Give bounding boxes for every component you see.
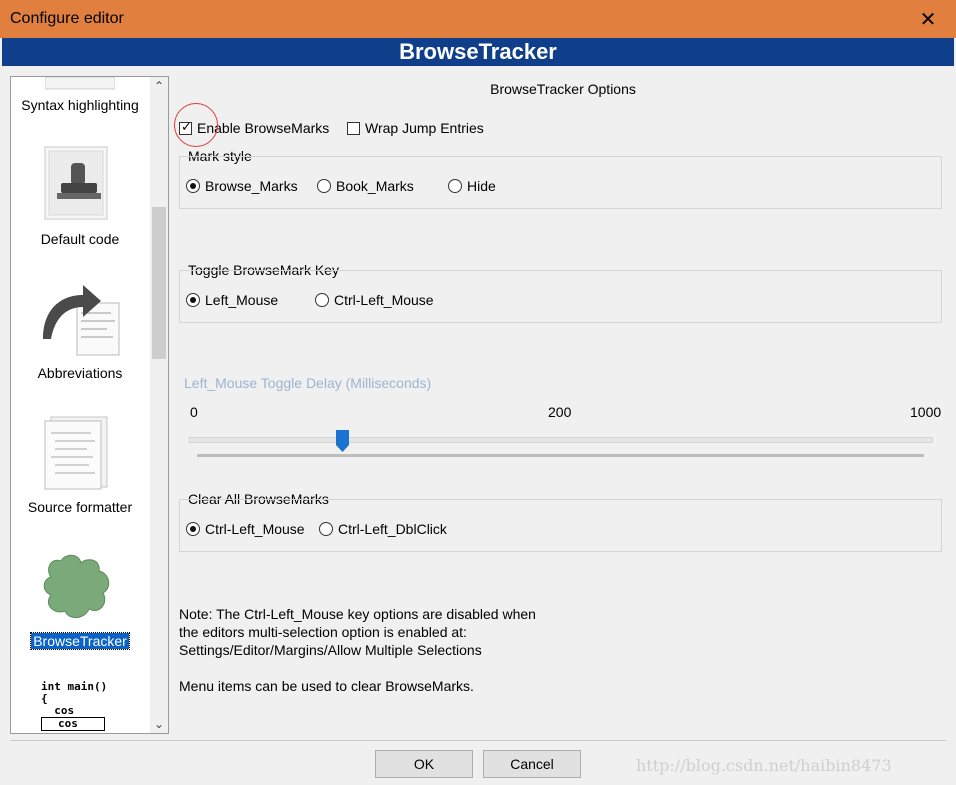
slider-tick-label: 200 — [548, 404, 572, 420]
checkbox-box[interactable]: ✓ — [179, 118, 192, 135]
note-line: Settings/Editor/Margins/Allow Multiple S… — [179, 642, 482, 658]
radio-label: Ctrl-Left_Mouse — [205, 521, 305, 537]
clear-ctrl-left-dblclick-radio[interactable]: Ctrl-Left_DblClick — [319, 521, 447, 537]
checkmark-icon: ✓ — [181, 118, 192, 134]
radio-dot[interactable] — [317, 179, 331, 193]
note-line: Note: The Ctrl-Left_Mouse key options ar… — [179, 606, 536, 622]
slider-tick-label: 0 — [190, 404, 198, 420]
ok-button[interactable]: OK — [375, 750, 473, 778]
clear-ctrl-left-mouse-radio[interactable]: Ctrl-Left_Mouse — [186, 521, 305, 537]
code-line: cos — [58, 717, 78, 730]
window-titlebar: Configure editor ✕ — [0, 0, 956, 38]
slider-thumb[interactable] — [336, 430, 349, 452]
code-line: int main() — [41, 680, 108, 693]
sidebar-item-label: Syntax highlighting — [21, 97, 139, 113]
scrollbar-thumb[interactable] — [152, 207, 166, 359]
checkbox-box[interactable] — [347, 121, 360, 135]
scroll-up-icon[interactable]: ⌃ — [150, 77, 168, 95]
sidebar-item-label: BrowseTracker — [30, 632, 130, 650]
settings-category-list[interactable]: Syntax highlighting Default code Abbrevi… — [10, 76, 169, 734]
syntax-highlighting-icon — [45, 77, 115, 90]
radio-label: Browse_Marks — [205, 178, 298, 194]
checkbox-label: Wrap Jump Entries — [365, 120, 484, 136]
sidebar-item-source-formatter[interactable]: Source formatter — [11, 413, 149, 523]
enable-browsemarks-checkbox[interactable]: ✓ Enable BrowseMarks — [179, 118, 330, 136]
wrap-jump-entries-checkbox[interactable]: Wrap Jump Entries — [347, 120, 484, 136]
puzzle-piece-icon — [43, 554, 110, 618]
radio-dot[interactable] — [186, 179, 200, 193]
radio-dot[interactable] — [448, 179, 462, 193]
note-line: the editors multi-selection option is en… — [179, 624, 467, 640]
sidebar-item-label: Abbreviations — [37, 365, 123, 381]
sidebar-item-label: Default code — [40, 231, 120, 247]
radio-dot[interactable] — [186, 522, 200, 536]
book-marks-radio[interactable]: Book_Marks — [317, 178, 414, 194]
banner-title: BrowseTracker — [399, 39, 557, 64]
footer-divider — [10, 740, 946, 741]
multi-selection-note: Note: The Ctrl-Left_Mouse key options ar… — [179, 605, 536, 659]
slider-tick-label: 1000 — [910, 404, 942, 420]
code-line: cos — [41, 704, 75, 717]
stamp-document-icon — [44, 146, 108, 220]
window-title: Configure editor — [10, 10, 124, 27]
menu-items-note: Menu items can be used to clear BrowseMa… — [179, 678, 474, 694]
plugin-banner: BrowseTracker — [2, 38, 954, 66]
curved-arrow-document-icon — [43, 285, 120, 356]
radio-label: Ctrl-Left_DblClick — [338, 521, 447, 537]
sidebar-item-abbreviations[interactable]: Abbreviations — [11, 279, 149, 389]
sidebar-item-default-code[interactable]: Default code — [11, 145, 149, 255]
slider-tick-bar — [197, 454, 924, 457]
checkbox-label: Enable BrowseMarks — [197, 120, 330, 136]
options-heading: BrowseTracker Options — [490, 81, 636, 97]
hide-radio[interactable]: Hide — [448, 178, 496, 194]
code-completion-icon: int main() { cos cos — [41, 681, 121, 733]
sidebar-item-code-completion[interactable]: int main() { cos cos — [11, 681, 149, 733]
close-icon[interactable]: ✕ — [906, 4, 950, 34]
cancel-button[interactable]: Cancel — [483, 750, 581, 778]
sidebar-item-syntax-highlighting[interactable]: Syntax highlighting — [11, 77, 149, 122]
toggle-delay-slider-track[interactable] — [189, 437, 933, 443]
left-mouse-radio[interactable]: Left_Mouse — [186, 292, 278, 308]
radio-label: Ctrl-Left_Mouse — [334, 292, 434, 308]
radio-label: Hide — [467, 178, 496, 194]
browse-marks-radio[interactable]: Browse_Marks — [186, 178, 298, 194]
radio-label: Left_Mouse — [205, 292, 279, 308]
toggle-key-group — [179, 270, 942, 323]
formatted-document-icon — [44, 416, 108, 490]
radio-label: Book_Marks — [336, 178, 414, 194]
toggle-delay-label: Left_Mouse Toggle Delay (Milliseconds) — [184, 375, 432, 391]
scroll-down-icon[interactable]: ⌄ — [150, 715, 168, 733]
sidebar-item-browsetracker[interactable]: BrowseTracker — [11, 549, 149, 659]
ctrl-left-mouse-radio[interactable]: Ctrl-Left_Mouse — [315, 292, 434, 308]
sidebar-scrollbar[interactable]: ⌃ ⌄ — [150, 77, 168, 733]
radio-dot[interactable] — [319, 522, 333, 536]
watermark-text: http://blog.csdn.net/haibin8473 — [636, 756, 892, 775]
browsetracker-options-panel: BrowseTracker Options ✓ Enable BrowseMar… — [170, 66, 956, 738]
radio-dot[interactable] — [315, 293, 329, 307]
radio-dot[interactable] — [186, 293, 200, 307]
sidebar-item-label: Source formatter — [27, 499, 133, 515]
